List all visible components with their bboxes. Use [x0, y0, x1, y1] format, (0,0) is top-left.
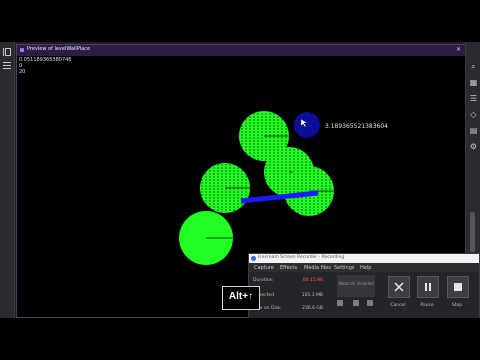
- free-disk-value: 236.6 GB: [302, 306, 323, 311]
- webcam-status: Webcam disabled: [338, 281, 374, 286]
- grid-icon[interactable]: ▦: [469, 78, 478, 87]
- ball-4: [200, 163, 250, 213]
- stop-label: Stop: [451, 303, 463, 308]
- menu-settings[interactable]: Settings: [334, 265, 355, 271]
- menu-help[interactable]: Help: [360, 265, 371, 271]
- duration-value: 00:15:96: [302, 278, 323, 283]
- keystroke-overlay: Alt+↑: [222, 286, 260, 310]
- menu-capture[interactable]: Capture: [254, 265, 274, 271]
- close-icon: [394, 282, 404, 292]
- letterbox-bottom: [0, 318, 480, 360]
- preview-title: Preview of levelWallPlace: [27, 46, 91, 52]
- recorder-menu: Capture Effects Media files Settings Hel…: [249, 263, 479, 272]
- menu-icon[interactable]: [2, 60, 12, 70]
- stop-icon: [454, 283, 462, 291]
- recorder-title: Icecream Screen Recorder - Recording: [258, 255, 345, 260]
- menu-effects[interactable]: Effects: [280, 265, 297, 271]
- list-icon[interactable]: ☰: [469, 94, 478, 103]
- expected-value: 105.3 MB: [301, 293, 323, 298]
- dark-blue-circle: [294, 112, 320, 138]
- settings-icon[interactable]: ⚙: [469, 142, 478, 151]
- pause-label: Pause: [420, 303, 434, 308]
- stop-button[interactable]: [447, 276, 469, 298]
- app-icon: [20, 48, 24, 52]
- ball-3: [284, 166, 334, 216]
- pause-icon: [425, 283, 431, 291]
- webcam-preview: Webcam disabled: [337, 275, 375, 297]
- layers-icon[interactable]: ▤: [469, 126, 478, 135]
- speaker-icon[interactable]: [367, 300, 373, 306]
- screen: Preview of levelWallPlace ✕ 0.0511893653…: [0, 0, 480, 360]
- close-icon[interactable]: ✕: [456, 46, 461, 53]
- search-icon[interactable]: ⌕: [469, 62, 478, 71]
- recorder-app-icon: [251, 256, 256, 261]
- cancel-label: Cancel: [390, 303, 406, 308]
- draw-icon[interactable]: [337, 300, 343, 306]
- panel-toggle-icon[interactable]: [2, 47, 12, 57]
- mic-icon[interactable]: [353, 300, 359, 306]
- preview-titlebar: Preview of levelWallPlace ✕: [17, 45, 465, 56]
- recorder-window: Icecream Screen Recorder - Recording Cap…: [248, 253, 480, 319]
- pause-button[interactable]: [417, 276, 439, 298]
- recorder-titlebar: Icecream Screen Recorder - Recording: [249, 254, 479, 263]
- cancel-button[interactable]: [388, 276, 410, 298]
- left-toolbar: [0, 42, 15, 318]
- duration-label: Duration: [253, 278, 273, 283]
- tag-icon[interactable]: ◇: [469, 110, 478, 119]
- scrollbar-thumb[interactable]: [470, 212, 475, 252]
- editor-window: Preview of levelWallPlace ✕ 0.0511893653…: [0, 42, 480, 319]
- letterbox-top: [0, 0, 480, 42]
- point-label: 3.189365521383604: [325, 123, 388, 130]
- ball-5: [179, 211, 233, 265]
- menu-media-files[interactable]: Media files: [304, 265, 331, 271]
- keystroke-text: Alt+↑: [228, 291, 254, 302]
